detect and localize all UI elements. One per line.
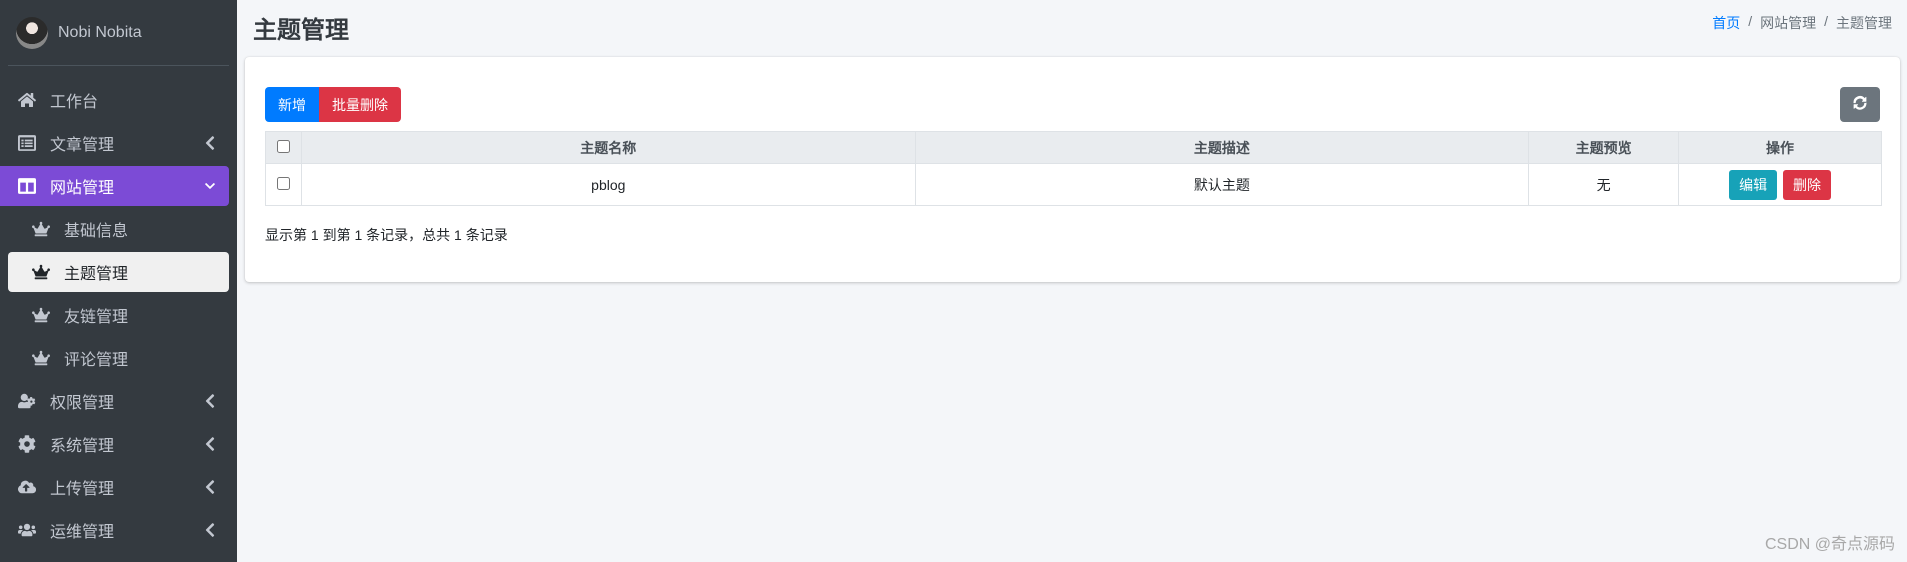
users-icon (16, 521, 38, 539)
sidebar-item-basic-info[interactable]: 基础信息 (8, 209, 229, 249)
sidebar-item-label: 工作台 (50, 94, 99, 111)
breadcrumb-website: 网站管理 (1760, 15, 1817, 31)
app-root: Nobi Nobita 工作台 文章管理 网站管理 基础信息 主题管理 友链管理… (0, 0, 1907, 562)
sidebar-item-system[interactable]: 系统管理 (8, 424, 229, 464)
user-cog-icon (16, 392, 38, 410)
sidebar-item-friend-links[interactable]: 友链管理 (8, 295, 229, 335)
sidebar-item-workbench[interactable]: 工作台 (8, 80, 229, 120)
chevron-left-icon (205, 135, 215, 151)
add-button[interactable]: 新增 (265, 87, 319, 122)
row-select-cell (265, 163, 302, 206)
sidebar-item-website[interactable]: 网站管理 (0, 166, 229, 206)
sidebar-item-ops[interactable]: 运维管理 (8, 510, 229, 550)
sidebar-nav: 工作台 文章管理 网站管理 基础信息 主题管理 友链管理 评论管理 权限管理 系… (0, 80, 237, 550)
select-all-cell (265, 131, 302, 164)
sidebar-item-themes[interactable]: 主题管理 (8, 252, 229, 292)
home-icon (16, 91, 38, 109)
crown-icon (30, 220, 52, 238)
breadcrumb-current: 主题管理 (1836, 15, 1892, 31)
edit-button[interactable]: 编辑 (1729, 169, 1778, 200)
cloud-upload-icon (16, 478, 38, 496)
sidebar-item-label: 网站管理 (50, 180, 115, 197)
breadcrumb: 首页 / 网站管理 / 主题管理 (1712, 13, 1892, 33)
theme-list-card: 新增 批量删除 主题名称 主题描述 主题预览 操作 pblog 默认主题 无 编… (245, 57, 1900, 282)
sidebar-item-articles[interactable]: 文章管理 (8, 123, 229, 163)
sidebar-item-label: 运维管理 (50, 524, 115, 541)
sidebar-item-label: 文章管理 (50, 137, 115, 154)
column-header-description[interactable]: 主题描述 (914, 131, 1530, 164)
theme-preview-cell: 无 (1528, 163, 1680, 206)
sidebar-item-upload[interactable]: 上传管理 (8, 467, 229, 507)
themes-table: 主题名称 主题描述 主题预览 操作 pblog 默认主题 无 编辑 删除 (265, 131, 1882, 206)
chevron-left-icon (205, 479, 215, 495)
theme-description-cell: 默认主题 (914, 163, 1530, 206)
pagination-info: 显示第 1 到第 1 条记录，总共 1 条记录 (265, 227, 508, 243)
gear-icon (16, 435, 38, 453)
table-header-row: 主题名称 主题描述 主题预览 操作 (265, 131, 1882, 164)
breadcrumb-separator: / (1748, 13, 1753, 29)
chevron-down-icon (205, 178, 215, 194)
column-header-preview[interactable]: 主题预览 (1528, 131, 1680, 164)
crown-icon (30, 263, 52, 281)
column-header-actions: 操作 (1678, 131, 1882, 164)
table-row: pblog 默认主题 无 编辑 删除 (265, 163, 1882, 206)
sidebar-item-label: 评论管理 (64, 352, 129, 369)
sidebar: Nobi Nobita 工作台 文章管理 网站管理 基础信息 主题管理 友链管理… (0, 0, 237, 562)
sidebar-item-label: 上传管理 (50, 481, 115, 498)
table-icon (16, 134, 38, 152)
sidebar-item-label: 主题管理 (64, 266, 129, 283)
breadcrumb-separator: / (1824, 13, 1828, 29)
batch-delete-button[interactable]: 批量删除 (319, 87, 401, 122)
breadcrumb-home[interactable]: 首页 (1712, 13, 1740, 33)
select-all-checkbox[interactable] (276, 139, 290, 153)
main-content: 主题管理 首页 / 网站管理 / 主题管理 新增 批量删除 主题名称 主题描述 … (237, 0, 1907, 562)
sidebar-item-permissions[interactable]: 权限管理 (8, 381, 229, 421)
sidebar-item-label: 权限管理 (50, 395, 115, 412)
chevron-left-icon (205, 522, 215, 538)
watermark: CSDN @奇点源码 (1764, 536, 1895, 553)
column-header-name[interactable]: 主题名称 (300, 131, 916, 164)
delete-button[interactable]: 删除 (1782, 169, 1831, 200)
crown-icon (30, 306, 52, 324)
layout-icon (16, 177, 38, 195)
crown-icon (30, 349, 52, 367)
page-title: 主题管理 (253, 17, 349, 44)
sidebar-item-label: 友链管理 (64, 309, 129, 326)
actions-cell: 编辑 删除 (1678, 163, 1882, 206)
chevron-left-icon (205, 393, 215, 409)
sidebar-item-label: 基础信息 (64, 223, 129, 240)
user-panel[interactable]: Nobi Nobita (8, 0, 229, 66)
refresh-icon (1853, 96, 1867, 110)
user-name[interactable]: Nobi Nobita (58, 24, 142, 42)
refresh-button[interactable] (1840, 87, 1880, 122)
chevron-left-icon (205, 436, 215, 452)
sidebar-item-label: 系统管理 (50, 438, 115, 455)
row-checkbox[interactable] (276, 176, 290, 190)
avatar[interactable] (16, 16, 48, 49)
theme-name-cell: pblog (300, 163, 916, 206)
sidebar-item-comments[interactable]: 评论管理 (8, 338, 229, 378)
